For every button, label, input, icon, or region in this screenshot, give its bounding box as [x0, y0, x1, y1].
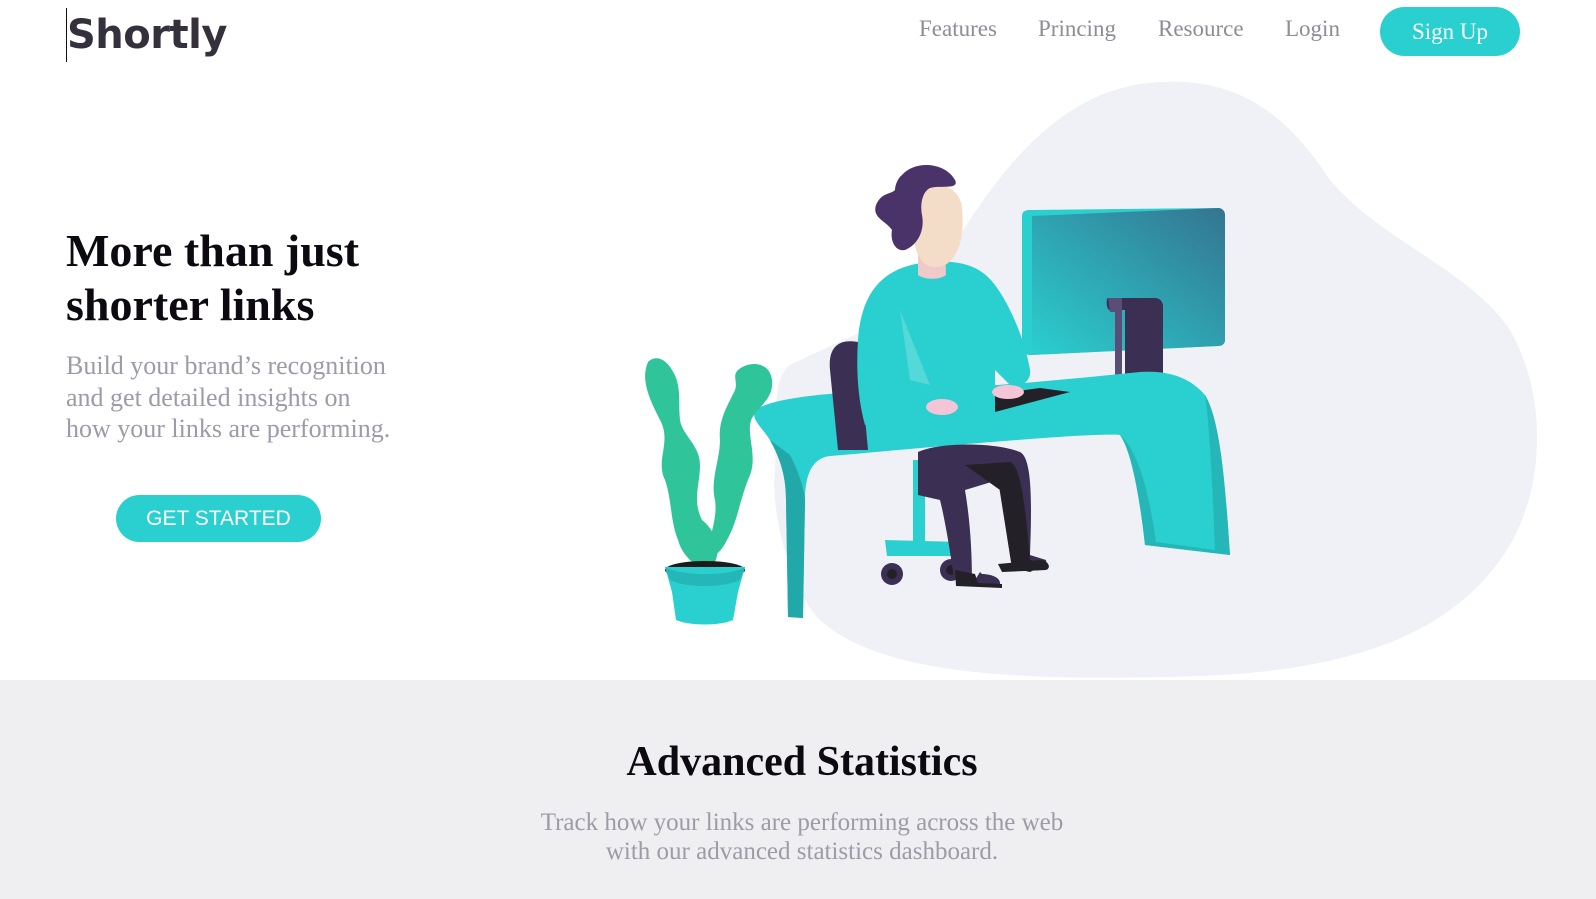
- nav-link-pricing[interactable]: Princing: [1038, 16, 1116, 42]
- nav-link-features[interactable]: Features: [919, 16, 997, 42]
- statistics-title: Advanced Statistics: [626, 739, 978, 785]
- statistics-subtitle-line-2: with our advanced statistics dashboard.: [605, 838, 999, 865]
- statistics-section: Advanced Statistics Track how your links…: [0, 680, 1596, 899]
- nav-link-login[interactable]: Login: [1285, 16, 1340, 42]
- hero-title: More than just shorter links: [66, 225, 360, 330]
- logo[interactable]: Shortly: [66, 8, 227, 62]
- statistics-subtitle: Track how your links are performing acro…: [0, 808, 1596, 866]
- get-started-button[interactable]: GET STARTED: [116, 495, 321, 542]
- hero-subtitle: Build your brand’s recognition and get d…: [66, 351, 391, 443]
- sign-up-button[interactable]: Sign Up: [1380, 7, 1520, 56]
- plant-shape: [645, 358, 773, 625]
- landing-page: Shortly Features Princing Resource Login…: [0, 0, 1596, 899]
- working-person-illustration: [645, 81, 1538, 678]
- nav-link-resource[interactable]: Resource: [1158, 16, 1244, 42]
- statistics-subtitle-line-1: Track how your links are performing acro…: [540, 809, 1064, 836]
